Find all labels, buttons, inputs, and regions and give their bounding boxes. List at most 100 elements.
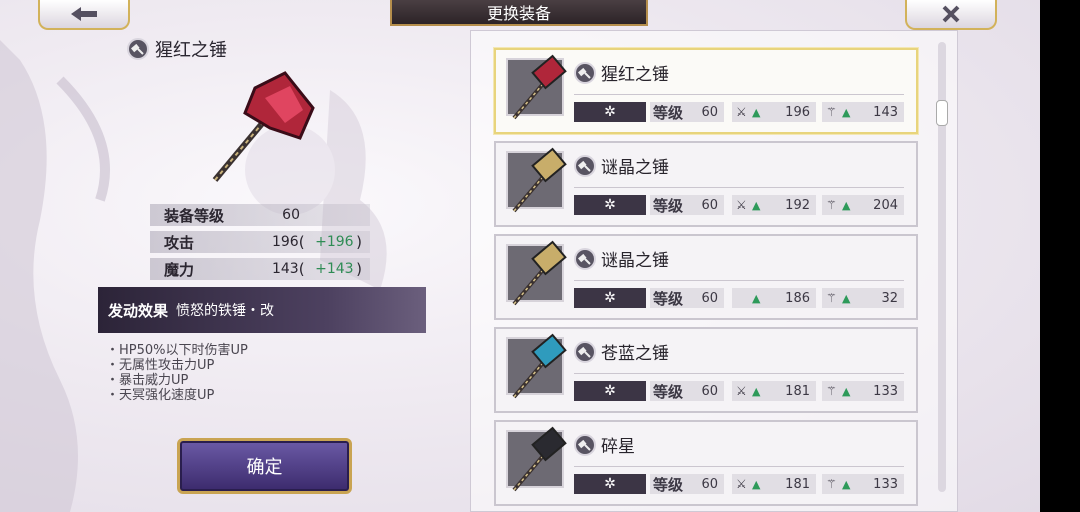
level-value: 60 bbox=[701, 104, 718, 120]
magic-value: 32 bbox=[881, 290, 898, 306]
effect-bar: 发动效果 愤怒的铁锤・改 bbox=[98, 287, 426, 333]
arrow-left-icon bbox=[71, 7, 97, 21]
selected-weapon-image bbox=[212, 71, 315, 182]
stat-value: 196 bbox=[271, 234, 299, 250]
item-title: 谜晶之锤 bbox=[574, 246, 669, 271]
weapon-thumbnail bbox=[506, 54, 567, 120]
item-magic: ⚚ ▲ 32 bbox=[822, 288, 904, 308]
confirm-button[interactable]: 确定 bbox=[177, 438, 352, 494]
hammer-type-icon bbox=[574, 247, 596, 270]
stat-label: 装备等级 bbox=[164, 206, 225, 225]
staff-icon: ⚚ bbox=[826, 105, 837, 119]
effect-item: ・天冥强化速度UP bbox=[106, 388, 215, 403]
equipment-item[interactable]: 猩红之锤 ✲ 等级 60 ⚔ ▲ 196 ⚚ ▲ 143 bbox=[494, 48, 918, 134]
item-attack: ▲ 186 bbox=[732, 288, 816, 308]
equipment-item[interactable]: 苍蓝之锤 ✲ 等级 60 ⚔ ▲ 181 ⚚ ▲ 133 bbox=[494, 327, 918, 413]
divider bbox=[574, 280, 904, 281]
magic-value: 204 bbox=[873, 197, 898, 213]
equipment-item[interactable]: 谜晶之锤 ✲ 等级 60 ▲ 186 ⚚ ▲ 32 bbox=[494, 234, 918, 320]
item-title: 苍蓝之锤 bbox=[574, 339, 669, 364]
weapon-thumbnail bbox=[506, 426, 567, 492]
magic-value: 143 bbox=[873, 104, 898, 120]
hammer-type-icon bbox=[574, 340, 596, 363]
stat-value: 143 bbox=[271, 261, 299, 277]
up-arrow-icon: ▲ bbox=[752, 291, 761, 305]
up-arrow-icon: ▲ bbox=[842, 477, 851, 491]
equipment-item[interactable]: 谜晶之锤 ✲ 等级 60 ⚔ ▲ 192 ⚚ ▲ 204 bbox=[494, 141, 918, 227]
up-arrow-icon: ▲ bbox=[752, 198, 761, 212]
up-arrow-icon: ▲ bbox=[842, 291, 851, 305]
back-button[interactable] bbox=[38, 0, 130, 30]
stat-row-level: 装备等级 60 bbox=[150, 204, 370, 226]
stat-value: 60 bbox=[282, 207, 300, 223]
item-name: 苍蓝之锤 bbox=[601, 344, 669, 364]
rarity-badge: ✲ bbox=[574, 102, 646, 122]
level-label: 等级 bbox=[653, 382, 684, 401]
effect-item: ・暴击威力UP bbox=[106, 373, 189, 388]
level-value: 60 bbox=[701, 290, 718, 306]
weapon-thumbnail bbox=[506, 147, 567, 213]
magic-value: 133 bbox=[873, 476, 898, 492]
level-value: 60 bbox=[701, 197, 718, 213]
stat-row-attack: 攻击 196 ( +196 ) bbox=[150, 231, 370, 253]
effect-item: ・无属性攻击力UP bbox=[106, 358, 215, 373]
up-arrow-icon: ▲ bbox=[842, 198, 851, 212]
up-arrow-icon: ▲ bbox=[842, 105, 851, 119]
item-level: 等级 60 bbox=[650, 474, 724, 494]
item-magic: ⚚ ▲ 133 bbox=[822, 474, 904, 494]
magic-value: 133 bbox=[873, 383, 898, 399]
stat-bonus: +196 bbox=[315, 234, 354, 250]
level-label: 等级 bbox=[653, 103, 684, 122]
hammer-type-icon bbox=[574, 61, 596, 84]
item-name: 谜晶之锤 bbox=[601, 251, 669, 271]
level-label: 等级 bbox=[653, 196, 684, 215]
rarity-badge: ✲ bbox=[574, 381, 646, 401]
weapon-thumbnail bbox=[506, 333, 567, 399]
item-title: 碎星 bbox=[574, 432, 635, 457]
item-magic: ⚚ ▲ 143 bbox=[822, 102, 904, 122]
screen-edge bbox=[1040, 0, 1080, 512]
rarity-badge: ✲ bbox=[574, 288, 646, 308]
divider bbox=[574, 187, 904, 188]
stat-label: 魔力 bbox=[164, 260, 195, 279]
up-arrow-icon: ▲ bbox=[752, 384, 761, 398]
staff-icon: ⚚ bbox=[826, 477, 837, 491]
hammer-type-icon bbox=[574, 433, 596, 456]
effect-item: ・HP50%以下时伤害UP bbox=[106, 343, 248, 358]
level-value: 60 bbox=[701, 383, 718, 399]
close-button[interactable] bbox=[905, 0, 997, 30]
item-attack: ⚔ ▲ 192 bbox=[732, 195, 816, 215]
divider bbox=[574, 466, 904, 467]
hammer-type-icon bbox=[127, 38, 149, 60]
item-magic: ⚚ ▲ 133 bbox=[822, 381, 904, 401]
scrollbar-thumb[interactable] bbox=[936, 100, 948, 126]
item-title: 猩红之锤 bbox=[574, 60, 669, 85]
attack-value: 192 bbox=[785, 197, 810, 213]
attack-value: 181 bbox=[785, 476, 810, 492]
weapon-thumbnail bbox=[506, 240, 567, 306]
effect-label: 发动效果 bbox=[108, 301, 169, 320]
attack-value: 186 bbox=[785, 290, 810, 306]
staff-icon: ⚚ bbox=[826, 384, 837, 398]
effect-name: 愤怒的铁锤・改 bbox=[176, 303, 275, 319]
divider bbox=[574, 94, 904, 95]
item-name: 猩红之锤 bbox=[601, 65, 669, 85]
stat-bonus: +143 bbox=[315, 261, 354, 277]
close-icon bbox=[942, 5, 960, 23]
page-title: 更换装备 bbox=[390, 0, 648, 26]
item-title: 谜晶之锤 bbox=[574, 153, 669, 178]
stat-label: 攻击 bbox=[164, 233, 195, 252]
level-value: 60 bbox=[701, 476, 718, 492]
sword-icon: ⚔ bbox=[736, 384, 747, 398]
sword-icon: ⚔ bbox=[736, 477, 747, 491]
item-level: 等级 60 bbox=[650, 102, 724, 122]
attack-value: 196 bbox=[785, 104, 810, 120]
equipment-item[interactable]: 碎星 ✲ 等级 60 ⚔ ▲ 181 ⚚ ▲ 133 bbox=[494, 420, 918, 506]
up-arrow-icon: ▲ bbox=[842, 384, 851, 398]
up-arrow-icon: ▲ bbox=[752, 105, 761, 119]
item-level: 等级 60 bbox=[650, 195, 724, 215]
sword-icon: ⚔ bbox=[736, 105, 747, 119]
rarity-badge: ✲ bbox=[574, 195, 646, 215]
attack-value: 181 bbox=[785, 383, 810, 399]
item-level: 等级 60 bbox=[650, 288, 724, 308]
